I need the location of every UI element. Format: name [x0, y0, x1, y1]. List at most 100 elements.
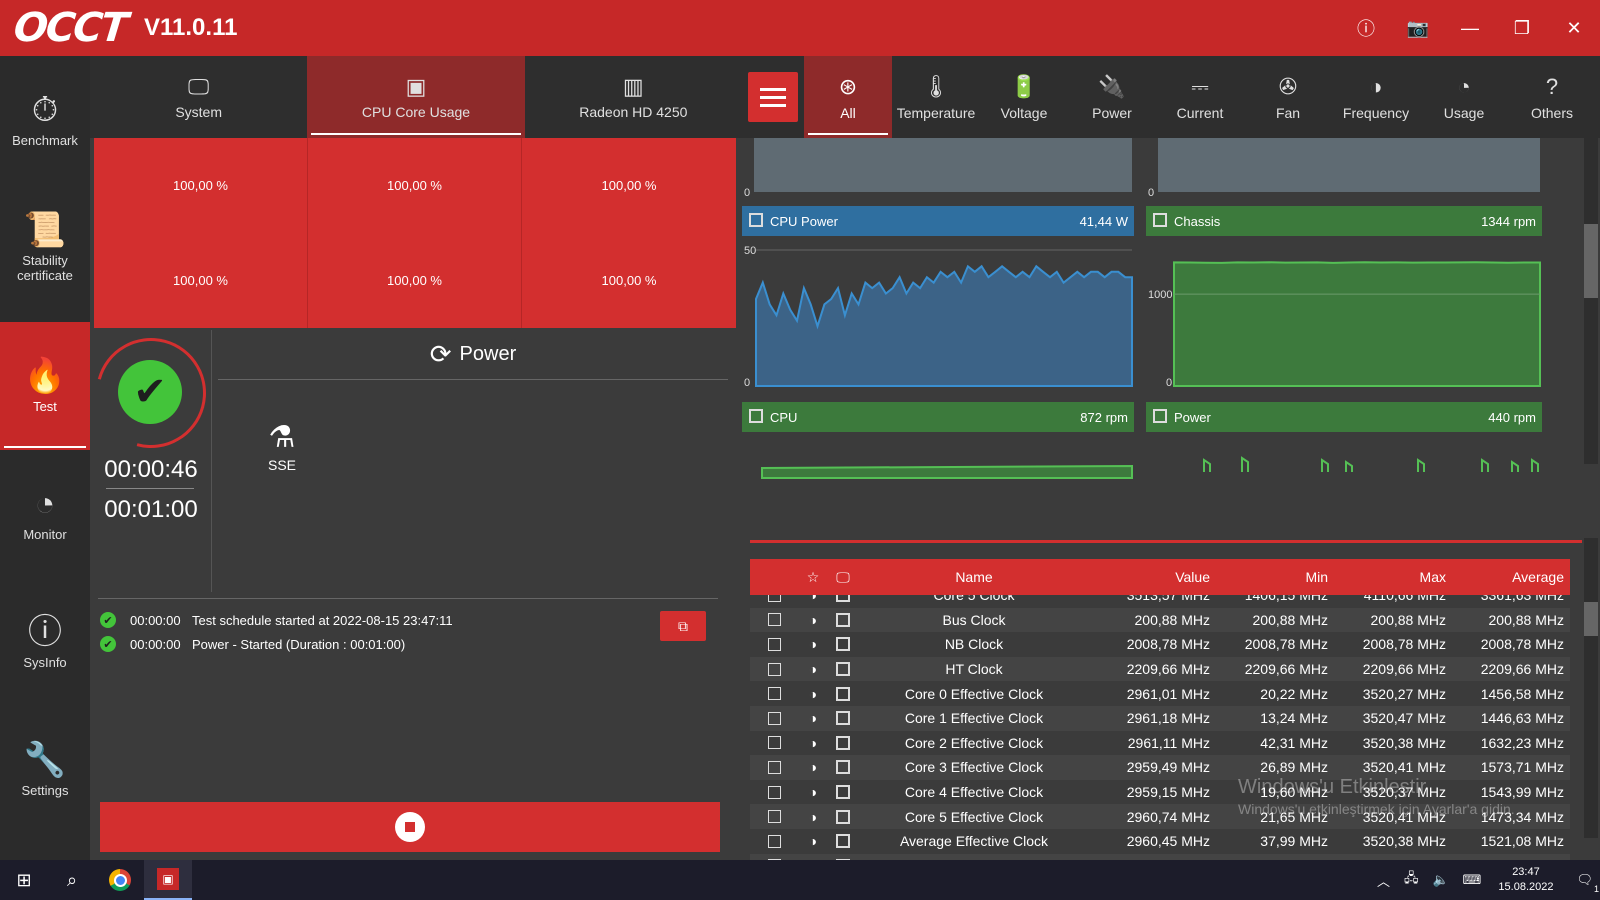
chevron-up-icon[interactable]: ︿	[1377, 871, 1390, 890]
stop-icon	[395, 812, 425, 842]
checkbox-box[interactable]	[767, 637, 781, 651]
camera-button[interactable]: 📷	[1392, 0, 1444, 56]
checkbox-box[interactable]	[767, 595, 781, 602]
table-scroll-thumb[interactable]	[1584, 602, 1598, 636]
category-tab-voltage[interactable]: 🔋 Voltage	[980, 56, 1068, 138]
start-button[interactable]: ⊞	[0, 860, 48, 900]
category-tab-all[interactable]: ⊛ All	[804, 56, 892, 138]
system-tray: ︿ 🖧 🔈 ⌨ 23:47 15.08.2022 🗨 1	[1370, 860, 1600, 900]
device-header-icon[interactable]: 🖵	[828, 569, 858, 586]
checkbox-box[interactable]	[767, 613, 781, 627]
chip-box	[836, 785, 850, 800]
row-checkbox[interactable]	[750, 637, 798, 651]
sidebar-item-test[interactable]: 🔥 Test	[0, 322, 90, 450]
checkbox-box[interactable]	[767, 760, 781, 774]
cpu-chip-icon	[828, 711, 858, 726]
sensor-average: 1632,23 MHz	[1480, 734, 1564, 751]
tab-cpu-core-usage[interactable]: ▣ CPU Core Usage	[307, 56, 525, 138]
network-icon[interactable]: 🖧	[1404, 869, 1419, 891]
table-scrollbar[interactable]	[1584, 538, 1598, 838]
cpu-chip-icon	[828, 595, 858, 603]
sidebar-item-monitor[interactable]: ◔ Monitor	[0, 450, 90, 578]
flask-icon: ⚗	[268, 421, 296, 454]
panel-splitter[interactable]	[750, 540, 1582, 543]
close-icon: ✕	[1566, 17, 1582, 38]
cpu-chip-icon	[828, 686, 858, 701]
cpu-power-series	[755, 264, 1133, 387]
notification-icon[interactable]: 🗨 1	[1576, 872, 1599, 894]
column-min[interactable]: Min	[1210, 569, 1328, 585]
tick-label: 50	[744, 245, 756, 257]
frequency-gauge-icon: ◑	[808, 710, 818, 727]
table-row: ◑ Core 2 Effective Clock 2961,11 MHz 42,31 …	[750, 730, 1570, 756]
hamburger-menu-button[interactable]	[748, 72, 798, 122]
minimize-button[interactable]: —	[1444, 0, 1496, 56]
sensor-value: 3513,57 MHz	[1126, 595, 1210, 604]
search-button[interactable]: ⌕	[48, 860, 96, 900]
sidebar-item-sysinfo[interactable]: ⓘ SysInfo	[0, 578, 90, 706]
row-checkbox[interactable]	[750, 595, 798, 602]
sensor-value: 2961,11 MHz	[1127, 734, 1210, 751]
row-checkbox[interactable]	[750, 760, 798, 774]
category-label: Voltage	[1000, 104, 1048, 121]
checkbox-box[interactable]	[767, 785, 781, 799]
category-tab-current[interactable]: ⎓ Current	[1156, 56, 1244, 138]
info-button[interactable]: ⓘ	[1340, 0, 1392, 56]
favorite-star-icon[interactable]: ☆	[798, 569, 828, 586]
volume-icon[interactable]: 🔈	[1432, 872, 1448, 888]
checkbox-box[interactable]	[767, 662, 781, 676]
tab-system[interactable]: 🖵 System	[90, 56, 307, 138]
success-icon: ✔	[100, 636, 116, 652]
power-fan-series	[1417, 458, 1425, 472]
sidebar-item-benchmark[interactable]: ⏱ Benchmark	[0, 56, 90, 184]
app-version: V11.0.11	[144, 14, 238, 41]
sidebar-item-stability-certificate[interactable]: 📜 Stability certificate	[0, 184, 90, 312]
cpu-fan-series	[761, 464, 1133, 479]
row-checkbox[interactable]	[750, 711, 798, 725]
sidebar-item-label: Test	[33, 398, 57, 414]
row-checkbox[interactable]	[750, 834, 798, 848]
graphs-scrollbar[interactable]	[1584, 138, 1598, 464]
category-tab-temperature[interactable]: 🌡 Temperature	[892, 56, 980, 138]
category-tab-fan[interactable]: ✇ Fan	[1244, 56, 1332, 138]
close-button[interactable]: ✕	[1548, 0, 1600, 56]
sensor-average: 1456,58 MHz	[1480, 685, 1564, 702]
row-checkbox[interactable]	[750, 687, 798, 701]
chrome-taskbar-button[interactable]	[96, 860, 144, 900]
tab-label: System	[175, 104, 222, 120]
category-tab-usage[interactable]: ◔ Usage	[1420, 56, 1508, 138]
sensor-min: 21,65 MHz	[1260, 808, 1328, 825]
row-checkbox[interactable]	[750, 613, 798, 627]
category-tab-others[interactable]: ? Others	[1508, 56, 1596, 138]
sensor-max: 3520,47 MHz	[1362, 710, 1446, 727]
row-checkbox[interactable]	[750, 810, 798, 824]
category-tab-power[interactable]: 🔌 Power	[1068, 56, 1156, 138]
column-value[interactable]: Value	[1090, 569, 1210, 585]
column-average[interactable]: Average	[1446, 569, 1564, 585]
checkbox-box[interactable]	[767, 810, 781, 824]
category-tab-frequency[interactable]: ◑ Frequency	[1332, 56, 1420, 138]
table-row: ◑ HT Clock 2209,66 MHz 2209,66 MHz 2209,66 M…	[750, 656, 1570, 682]
copy-log-button[interactable]: ⧉	[660, 611, 706, 641]
checkbox-box[interactable]	[767, 736, 781, 750]
sidebar-item-settings[interactable]: 🔧 Settings	[0, 706, 90, 834]
checkbox-box[interactable]	[767, 687, 781, 701]
stop-test-button[interactable]	[100, 802, 720, 852]
graphs-scroll-thumb[interactable]	[1584, 224, 1598, 298]
column-name[interactable]: Name	[858, 569, 1090, 585]
row-checkbox[interactable]	[750, 736, 798, 750]
test-info: ⟳ Power ⚗ SSE	[212, 330, 742, 592]
checkbox-box[interactable]	[767, 711, 781, 725]
window-controls: ⓘ 📷 — ❐ ✕	[1340, 0, 1600, 56]
taskbar-clock[interactable]: 23:47 15.08.2022	[1498, 865, 1553, 895]
row-checkbox[interactable]	[750, 662, 798, 676]
occt-taskbar-button[interactable]: ▣	[144, 860, 192, 900]
sensor-name: Core 2 Effective Clock	[904, 734, 1044, 751]
checkbox-box[interactable]	[767, 834, 781, 848]
sensor-name: Core 5 Clock	[933, 595, 1015, 604]
restore-button[interactable]: ❐	[1496, 0, 1548, 56]
keyboard-icon[interactable]: ⌨	[1463, 872, 1482, 888]
tab-radeon-hd-4250[interactable]: ▥ Radeon HD 4250	[525, 56, 742, 138]
column-max[interactable]: Max	[1328, 569, 1446, 585]
row-checkbox[interactable]	[750, 785, 798, 799]
